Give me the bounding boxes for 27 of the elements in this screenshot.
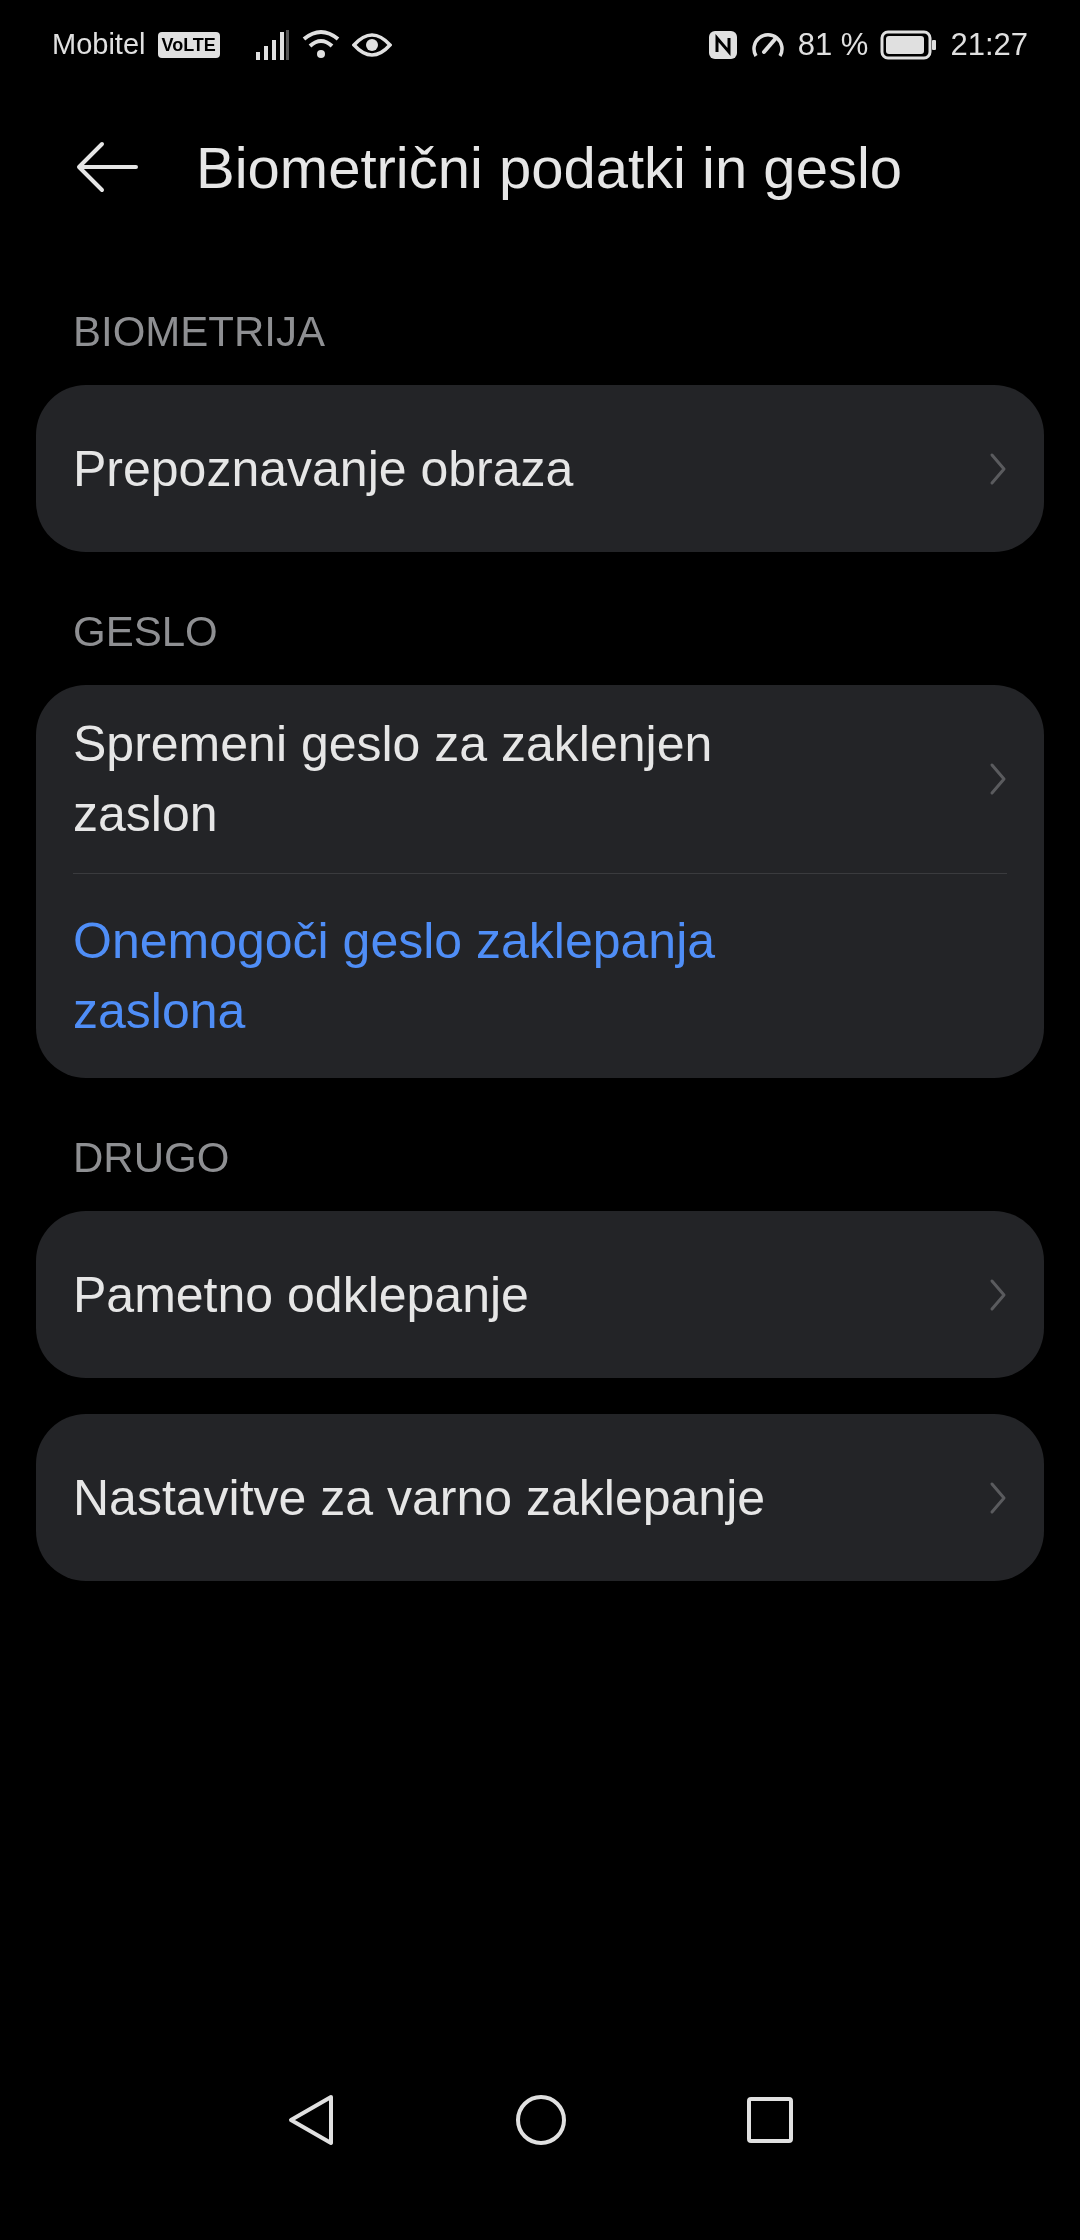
settings-item[interactable]: Pametno odklepanje (73, 1211, 1007, 1378)
volte-badge: VoLTE (157, 32, 220, 58)
clock-time: 21:27 (950, 25, 1028, 64)
eye-icon (351, 31, 392, 59)
settings-item[interactable]: Spremeni geslo za zaklenjen zaslon (73, 685, 1007, 874)
back-nav-icon[interactable] (287, 2094, 335, 2146)
recents-nav-icon[interactable] (747, 2097, 793, 2143)
section-header: GESLO (72, 607, 219, 657)
battery-percentage: 81 % (797, 25, 869, 64)
speedometer-icon (749, 30, 786, 60)
chevron-icon (989, 451, 1007, 486)
back-arrow-icon[interactable] (76, 141, 138, 193)
signal-icon (255, 30, 290, 60)
wifi-icon (301, 29, 340, 61)
chevron-icon (989, 1480, 1007, 1515)
section-header: DRUGO (72, 1133, 231, 1183)
nfc-icon (707, 30, 738, 60)
settings-item[interactable]: Nastavitve za varno zaklepanje (73, 1414, 1007, 1581)
section-header: BIOMETRIJA (72, 307, 327, 357)
carrier-name: Mobitel (52, 27, 146, 63)
page-title: Biometrični podatki in geslo (196, 133, 903, 202)
settings-item[interactable]: Prepoznavanje obraza (73, 385, 1007, 552)
chevron-icon (989, 1277, 1007, 1312)
battery-icon (880, 30, 939, 60)
chevron-icon (989, 762, 1007, 796)
disable-password-button[interactable]: Onemogoči geslo zaklepanja zaslona (73, 874, 873, 1078)
home-nav-icon[interactable] (515, 2094, 567, 2146)
